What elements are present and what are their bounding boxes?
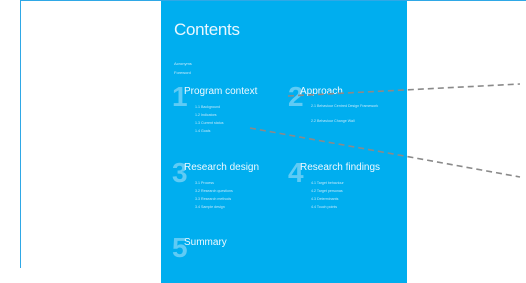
section-items: 1.1 Background 1.2 Indicators 1.3 Curren… <box>195 103 224 135</box>
toc-item: 4.4 Touch points <box>311 205 338 209</box>
toc-item: 1.4 Goals <box>195 129 211 133</box>
toc-item: 3.4 Sample design <box>195 205 225 209</box>
section-title: Research findings <box>300 162 381 173</box>
toc-item: 4.1 Target behaviour <box>311 181 344 185</box>
toc-item: 4.2 Target personas <box>311 189 343 193</box>
section-title: Summary <box>184 237 227 248</box>
front-matter-foreword: Foreword <box>174 70 191 75</box>
section-items: 4.1 Target behaviour 4.2 Target personas… <box>311 179 344 211</box>
toc-item: 3.3 Research methods <box>195 197 232 201</box>
toc-item: 2.2 Behaviour Change Wall <box>311 119 355 123</box>
section-items: 3.1 Process 3.2 Research questions 3.3 R… <box>195 179 233 211</box>
toc-item: 1.3 Current status <box>195 121 224 125</box>
section-items: 2.1 Behaviour Centred Design Framework 2… <box>311 104 378 125</box>
toc-item: 1.1 Background <box>195 105 221 109</box>
toc-item: 3.1 Process <box>195 181 214 185</box>
page-title: Contents <box>174 20 240 39</box>
section-title: Program context <box>184 86 258 97</box>
section-title: Approach <box>300 86 343 97</box>
toc-item: 4.3 Determinants <box>311 197 339 201</box>
section-title: Research design <box>184 162 260 173</box>
toc-item: 1.2 Indicators <box>195 113 217 117</box>
toc-item: 2.1 Behaviour Centred Design Framework <box>311 104 379 108</box>
contents-page: Contents Acronyms Foreword 1 Program con… <box>161 1 407 283</box>
toc-item: 3.2 Research questions <box>195 189 233 193</box>
front-matter-acronyms: Acronyms <box>174 61 192 66</box>
